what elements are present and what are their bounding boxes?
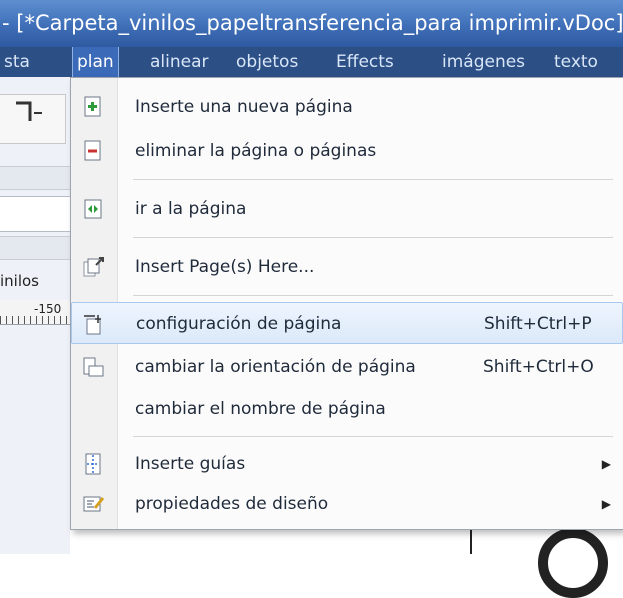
menu-item-shortcut: Shift+Ctrl+P xyxy=(484,314,592,334)
menu-bar: sta plan alinear objetos Effects imágene… xyxy=(0,47,623,77)
menu-item-insert-guides[interactable]: Inserte guías ▶ xyxy=(71,443,623,485)
document-tab-label: inilos xyxy=(0,272,40,290)
menu-item-label: cambiar el nombre de página xyxy=(135,399,386,419)
toolbar-dropdown-button[interactable] xyxy=(0,94,66,144)
menu-separator xyxy=(133,436,613,437)
ruler-ticks xyxy=(0,316,70,324)
menu-item-change-orientation[interactable]: cambiar la orientación de página Shift+C… xyxy=(71,346,623,388)
menu-vista[interactable]: sta xyxy=(0,47,34,77)
menu-imagenes[interactable]: imágenes xyxy=(438,47,529,77)
menu-item-label: eliminar la página o páginas xyxy=(135,141,377,161)
menu-item-delete-page[interactable]: eliminar la página o páginas xyxy=(71,130,623,172)
toolbar-tool-icon xyxy=(16,101,42,121)
guides-icon xyxy=(85,453,101,475)
orientation-icon xyxy=(83,357,104,377)
submenu-arrow-icon: ▶ xyxy=(601,457,611,471)
toolbar-strip-2 xyxy=(0,236,70,260)
menu-separator xyxy=(133,295,613,296)
menu-item-label: ir a la página xyxy=(135,199,247,219)
menu-item-insert-page[interactable]: Inserte una nueva página xyxy=(71,86,623,128)
menu-plan[interactable]: plan xyxy=(72,47,119,77)
menu-item-label: Inserte guías xyxy=(135,454,246,474)
document-tab[interactable]: inilos xyxy=(0,266,70,296)
menu-item-label: propiedades de diseño xyxy=(135,494,329,514)
window-title: - [*Carpeta_vinilos_papeltransferencia_p… xyxy=(2,11,623,35)
layout-properties-icon xyxy=(83,496,104,512)
menu-item-insert-pages-here[interactable]: Insert Page(s) Here... xyxy=(71,246,623,288)
menu-effects[interactable]: Effects xyxy=(332,47,398,77)
menu-item-label: configuración de página xyxy=(136,314,342,334)
goto-page-icon xyxy=(84,199,102,219)
insert-page-icon xyxy=(84,96,101,117)
page-setup-icon xyxy=(84,315,101,335)
menu-separator xyxy=(133,237,613,238)
property-field[interactable] xyxy=(0,196,70,232)
toolbar-strip xyxy=(0,166,70,190)
menu-item-rename-page[interactable]: cambiar el nombre de página xyxy=(71,388,623,430)
ruler-number: -150 xyxy=(34,302,62,316)
menu-item-label: Insert Page(s) Here... xyxy=(135,257,315,277)
insert-pages-here-icon xyxy=(83,257,104,277)
menu-texto[interactable]: texto xyxy=(550,47,602,77)
plan-menu-dropdown: Inserte una nueva página eliminar la pág… xyxy=(70,77,623,530)
menu-item-label: Inserte una nueva página xyxy=(135,97,353,117)
delete-page-icon xyxy=(84,140,101,161)
menu-item-layout-properties[interactable]: propiedades de diseño ▶ xyxy=(71,483,623,525)
submenu-arrow-icon: ▶ xyxy=(601,497,611,511)
horizontal-ruler: -150 xyxy=(0,300,70,325)
menu-alinear[interactable]: alinear xyxy=(146,47,213,77)
canvas-shape xyxy=(538,528,608,598)
menu-item-label: cambiar la orientación de página xyxy=(135,357,416,377)
menu-separator xyxy=(133,179,613,180)
menu-item-goto-page[interactable]: ir a la página xyxy=(71,188,623,230)
window-titlebar: - [*Carpeta_vinilos_papeltransferencia_p… xyxy=(0,0,623,47)
menu-objetos[interactable]: objetos xyxy=(232,47,302,77)
menu-item-shortcut: Shift+Ctrl+O xyxy=(483,357,594,377)
menu-item-page-setup[interactable]: configuración de página Shift+Ctrl+P xyxy=(71,302,623,344)
